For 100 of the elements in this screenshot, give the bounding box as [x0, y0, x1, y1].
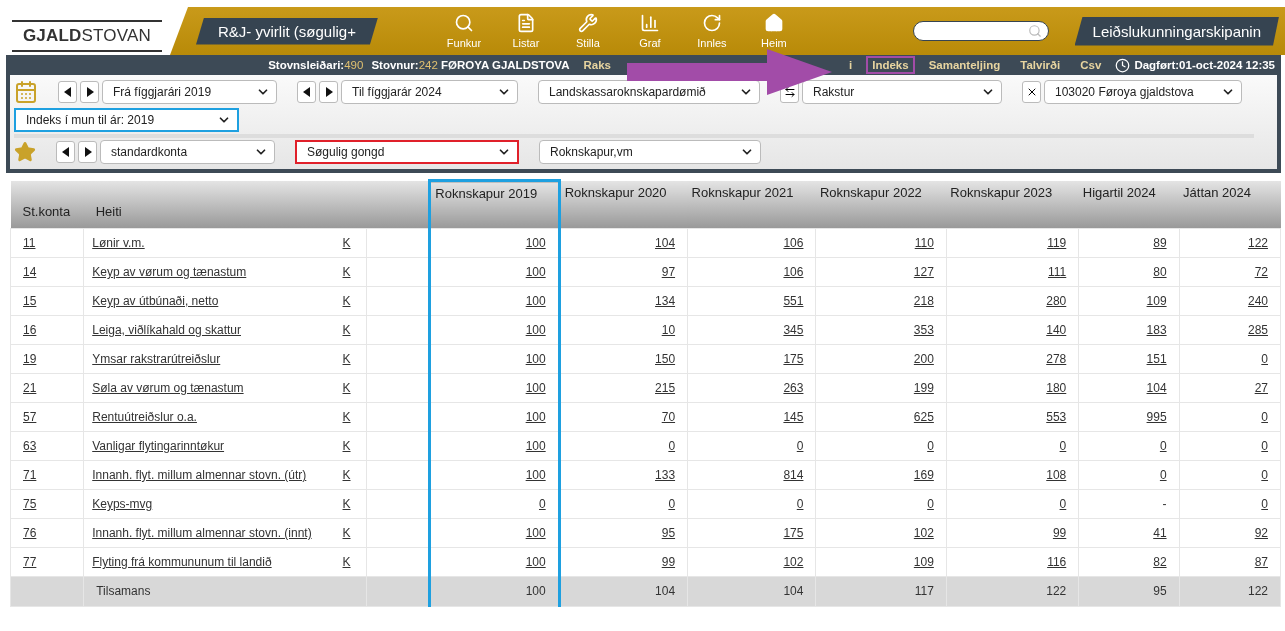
value-link[interactable]: 99 — [1052, 525, 1067, 540]
value-link[interactable]: 10 — [661, 322, 676, 337]
account-link[interactable]: 75 — [23, 496, 37, 511]
account-link[interactable]: 21 — [23, 380, 37, 395]
dropdown-select[interactable]: Rakstur — [802, 80, 1002, 104]
value-link[interactable]: 240 — [1247, 293, 1268, 308]
value-link[interactable]: 110 — [914, 235, 934, 250]
k-link[interactable]: K — [342, 496, 351, 511]
value-link[interactable]: 100 — [525, 293, 546, 308]
value-link[interactable]: 180 — [1046, 380, 1067, 395]
account-link[interactable]: 16 — [23, 322, 37, 337]
value-link[interactable]: 0 — [1261, 438, 1268, 453]
k-link[interactable]: K — [342, 322, 351, 337]
value-link[interactable]: 127 — [913, 264, 934, 279]
value-link[interactable]: 102 — [913, 525, 934, 540]
value-link[interactable]: 116 — [1047, 554, 1067, 569]
value-link[interactable]: 280 — [1046, 293, 1067, 308]
k-link[interactable]: K — [342, 235, 351, 250]
value-link[interactable]: 80 — [1153, 264, 1167, 279]
account-link[interactable]: 14 — [23, 264, 37, 279]
k-link[interactable]: K — [342, 467, 351, 482]
value-link[interactable]: 183 — [1146, 322, 1167, 337]
next-button[interactable] — [80, 81, 99, 103]
dropdown-select[interactable]: Landskassaroknskapardømið — [538, 80, 760, 104]
k-link[interactable]: K — [342, 380, 351, 395]
previous-button[interactable] — [297, 81, 316, 103]
value-link[interactable]: 100 — [525, 467, 546, 482]
value-link[interactable]: 0 — [927, 496, 934, 511]
value-link[interactable]: 150 — [655, 351, 676, 366]
value-link[interactable]: 100 — [525, 525, 546, 540]
value-link[interactable]: 215 — [655, 380, 676, 395]
value-link[interactable]: 263 — [783, 380, 804, 395]
value-link[interactable]: 175 — [783, 525, 804, 540]
nav-link[interactable]: Talvirði — [1014, 56, 1067, 74]
account-name-link[interactable]: Keyps-mvg — [92, 496, 153, 512]
nav-link[interactable]: Samanteljing — [922, 56, 1007, 74]
value-link[interactable]: 0 — [668, 496, 676, 511]
value-link[interactable]: 353 — [913, 322, 934, 337]
account-name-link[interactable]: Lønir v.m. — [92, 235, 145, 251]
value-link[interactable]: 27 — [1254, 380, 1268, 395]
dropdown-select[interactable]: Til fíggjarár 2024 — [341, 80, 518, 104]
value-link[interactable]: 0 — [1261, 467, 1268, 482]
value-link[interactable]: 0 — [796, 438, 804, 453]
value-link[interactable]: 169 — [913, 467, 934, 482]
value-link[interactable]: 551 — [783, 293, 804, 308]
value-link[interactable]: 104 — [655, 235, 676, 250]
dropdown-select[interactable]: Søgulig gongd — [295, 140, 519, 164]
value-link[interactable]: 218 — [913, 293, 934, 308]
value-link[interactable]: 108 — [1046, 467, 1067, 482]
value-link[interactable]: 0 — [668, 438, 676, 453]
value-link[interactable]: 82 — [1153, 554, 1167, 569]
value-link[interactable]: 0 — [796, 496, 804, 511]
value-link[interactable]: 553 — [1046, 409, 1067, 424]
value-link[interactable]: 72 — [1254, 264, 1268, 279]
value-link[interactable]: 200 — [913, 351, 934, 366]
value-link[interactable]: 122 — [1247, 235, 1268, 250]
value-link[interactable]: 145 — [783, 409, 804, 424]
value-link[interactable]: 41 — [1153, 525, 1167, 540]
value-link[interactable]: 151 — [1146, 351, 1167, 366]
previous-button[interactable] — [58, 81, 77, 103]
clear-button[interactable] — [1022, 81, 1041, 103]
value-link[interactable]: 134 — [655, 293, 676, 308]
account-link[interactable]: 77 — [23, 554, 37, 569]
previous-button[interactable] — [56, 141, 75, 163]
value-link[interactable]: 97 — [661, 264, 676, 279]
value-link[interactable]: 140 — [1046, 322, 1067, 337]
value-link[interactable]: 0 — [927, 438, 934, 453]
value-link[interactable]: 133 — [655, 467, 676, 482]
account-link[interactable]: 76 — [23, 525, 37, 540]
value-link[interactable]: 995 — [1146, 409, 1167, 424]
value-link[interactable]: 99 — [661, 554, 676, 569]
value-link[interactable]: 285 — [1247, 322, 1268, 337]
value-link[interactable]: 345 — [783, 322, 804, 337]
value-link[interactable]: 100 — [525, 235, 546, 250]
value-link[interactable]: 0 — [1159, 467, 1167, 482]
value-link[interactable]: 100 — [525, 409, 546, 424]
value-link[interactable]: 0 — [539, 496, 546, 511]
dropdown-select[interactable]: standardkonta — [100, 140, 275, 164]
search-field[interactable] — [912, 21, 1049, 41]
value-link[interactable]: 106 — [783, 235, 804, 250]
value-link[interactable]: 109 — [913, 554, 934, 569]
account-link[interactable]: 63 — [23, 438, 37, 453]
next-button[interactable] — [78, 141, 97, 163]
nav-link[interactable]: Raks — [577, 56, 617, 74]
value-link[interactable]: 109 — [1146, 293, 1167, 308]
k-link[interactable]: K — [342, 264, 351, 279]
dropdown-select[interactable]: Frá fíggjarári 2019 — [102, 80, 277, 104]
value-link[interactable]: 0 — [1261, 409, 1268, 424]
organisation-button[interactable]: Leiðslukunningarskipanin — [1074, 16, 1279, 46]
value-link[interactable]: 0 — [1159, 438, 1167, 453]
value-link[interactable]: 70 — [661, 409, 676, 424]
value-link[interactable]: 104 — [1146, 380, 1167, 395]
value-link[interactable]: 95 — [661, 525, 676, 540]
value-link[interactable]: 199 — [913, 380, 934, 395]
value-link[interactable]: 625 — [913, 409, 934, 424]
nav-link[interactable]: Csv — [1074, 56, 1108, 74]
account-link[interactable]: 19 — [23, 351, 37, 366]
value-link[interactable]: 92 — [1254, 525, 1268, 540]
value-link[interactable]: 0 — [1059, 496, 1067, 511]
value-link[interactable]: 100 — [525, 322, 546, 337]
